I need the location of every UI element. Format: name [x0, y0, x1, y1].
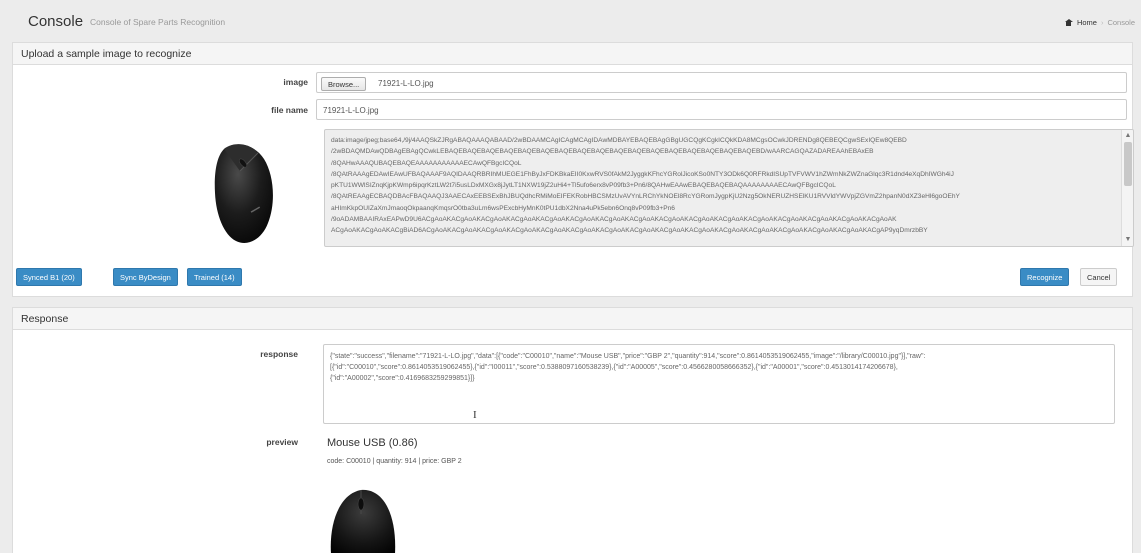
base64-scrollbar[interactable]: ▲ ▼	[1121, 130, 1133, 246]
preview-meta: code: C00010 | quantity: 914 | price: GB…	[327, 458, 462, 465]
response-panel-heading: Response	[13, 308, 1132, 330]
scroll-down-icon[interactable]: ▼	[1123, 235, 1133, 245]
recognize-button[interactable]: Recognize	[1020, 268, 1070, 286]
page-header: Console Console of Spare Parts Recogniti…	[0, 0, 1141, 44]
file-name-value: 71921-L-LO.jpg	[323, 106, 379, 115]
response-textarea[interactable]: {"state":"success","filename":"71921-L-L…	[323, 344, 1115, 424]
response-label: response	[260, 349, 298, 359]
home-icon[interactable]	[1064, 19, 1073, 26]
image-label: image	[283, 77, 308, 87]
browse-button[interactable]: Browse...	[321, 77, 367, 91]
scroll-up-icon[interactable]: ▲	[1123, 131, 1133, 141]
scroll-thumb[interactable]	[1124, 142, 1132, 186]
cancel-button[interactable]: Cancel	[1080, 268, 1118, 286]
breadcrumb-separator: ›	[1100, 18, 1104, 27]
upload-panel: Upload a sample image to recognize image…	[12, 42, 1134, 297]
synced-b1-button[interactable]: Synced B1 (20)	[16, 268, 82, 286]
preview-label: preview	[266, 437, 298, 447]
text-cursor-icon: I	[473, 409, 477, 421]
trained-button[interactable]: Trained (14)	[187, 268, 242, 286]
base64-textarea[interactable]: data:image/jpeg;base64,/9j/4AAQSkZJRgABA…	[324, 129, 1134, 247]
page-subtitle: Console of Spare Parts Recognition	[90, 17, 226, 27]
file-input[interactable]: Browse... 71921-L-LO.jpg	[316, 72, 1127, 93]
breadcrumb: Home › Console	[1064, 18, 1135, 27]
preview-title: Mouse USB (0.86)	[327, 437, 418, 449]
breadcrumb-home[interactable]: Home	[1077, 18, 1097, 27]
base64-text: data:image/jpeg;base64,/9j/4AAQSkZJRgABA…	[331, 137, 960, 235]
selected-file-name: 71921-L-LO.jpg	[378, 79, 434, 88]
mouse-image	[214, 144, 273, 243]
mouse-preview-image	[330, 489, 396, 553]
file-name-field[interactable]: 71921-L-LO.jpg	[316, 99, 1127, 120]
sync-bydesign-button[interactable]: Sync ByDesign	[113, 268, 178, 286]
page-title: Console	[28, 13, 84, 30]
response-panel: Response response {"state":"success","fi…	[12, 307, 1133, 553]
file-name-label: file name	[271, 105, 308, 115]
breadcrumb-current: Console	[1107, 18, 1135, 27]
response-json-text: {"state":"success","filename":"71921-L-L…	[330, 353, 926, 382]
upload-panel-heading: Upload a sample image to recognize	[13, 43, 1132, 65]
